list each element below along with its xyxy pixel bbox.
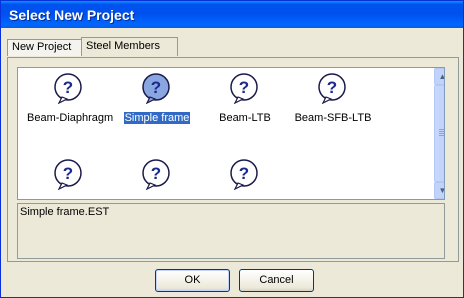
description-text: Simple frame.EST [20, 206, 110, 218]
ok-button-label: OK [184, 274, 201, 286]
svg-text:?: ? [239, 78, 249, 97]
question-icon: ? [54, 159, 82, 190]
project-item-label: Simple frame [122, 111, 192, 125]
tab-new-project[interactable]: New Project [7, 39, 87, 56]
question-icon: ? [142, 159, 170, 190]
project-item[interactable]: ? [114, 158, 200, 199]
project-item-beam-diaphragm[interactable]: ? Beam-Diaphragm [26, 72, 114, 130]
ok-button[interactable]: OK [155, 269, 230, 292]
question-icon: ? [54, 73, 82, 104]
project-item[interactable]: ? [202, 158, 288, 199]
title-bar[interactable]: Select New Project [1, 1, 463, 28]
scroll-up-button[interactable]: ▲ [434, 68, 444, 85]
tab-label: New Project [12, 41, 72, 53]
svg-text:?: ? [63, 78, 73, 97]
svg-text:?: ? [151, 78, 161, 97]
question-icon: ? [142, 73, 170, 104]
tab-steel-members[interactable]: Steel Members [81, 37, 178, 56]
project-item-label: Beam-LTB [219, 112, 271, 124]
project-item-simple-frame[interactable]: ? Simple frame [114, 72, 200, 130]
description-box: Simple frame.EST [17, 203, 445, 259]
project-item-label: Beam-Diaphragm [27, 112, 114, 124]
project-icon-list[interactable]: ? Beam-Diaphragm ? Simple frame ? Beam-L… [17, 67, 445, 200]
question-icon: ? [230, 73, 258, 104]
project-item-beam-ltb[interactable]: ? Beam-LTB [202, 72, 288, 130]
vertical-scrollbar[interactable]: ▲ ▼ [434, 68, 444, 199]
svg-text:?: ? [239, 164, 249, 183]
svg-text:?: ? [63, 164, 73, 183]
svg-text:?: ? [327, 78, 337, 97]
question-icon: ? [318, 73, 346, 104]
svg-text:?: ? [151, 164, 161, 183]
window-title: Select New Project [9, 7, 135, 23]
tab-label: Steel Members [86, 40, 160, 52]
project-item[interactable]: ? [26, 158, 112, 199]
question-icon: ? [230, 159, 258, 190]
project-item-beam-sfb-ltb[interactable]: ? Beam-SFB-LTB [290, 72, 376, 130]
cancel-button-label: Cancel [259, 274, 294, 286]
scroll-down-button[interactable]: ▼ [434, 182, 444, 199]
dialog-window: Select New Project New Project Steel Mem… [0, 0, 464, 298]
cancel-button[interactable]: Cancel [239, 269, 314, 292]
project-item-label: Beam-SFB-LTB [294, 112, 372, 124]
scroll-thumb[interactable] [434, 85, 444, 182]
